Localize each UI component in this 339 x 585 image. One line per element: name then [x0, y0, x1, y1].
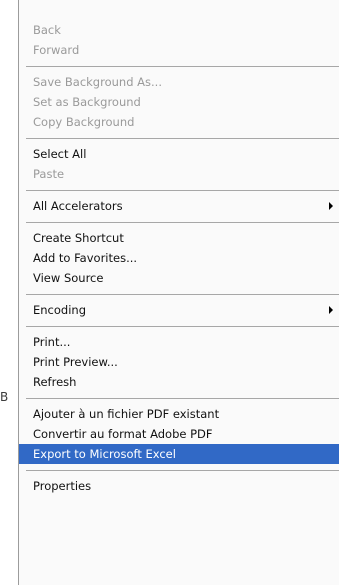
menu-item-properties[interactable]: Properties	[19, 476, 339, 496]
menu-item-label: Encoding	[33, 303, 86, 317]
menu-separator	[26, 190, 339, 191]
menu-item-view-source[interactable]: View Source	[19, 268, 339, 288]
menu-item-print[interactable]: Print...	[19, 332, 339, 352]
menu-item-all-accelerators[interactable]: All Accelerators	[19, 196, 339, 216]
background-page-text: B	[0, 390, 9, 404]
menu-item-copy-background: Copy Background	[33, 115, 135, 129]
menu-item-refresh[interactable]: Refresh	[19, 372, 339, 392]
menu-separator	[26, 470, 339, 471]
menu-separator	[26, 326, 339, 327]
menu-item-select-all[interactable]: Select All	[19, 144, 339, 164]
menu-item-paste: Paste	[33, 167, 65, 181]
menu-separator	[26, 398, 339, 399]
menu-item-label: All Accelerators	[33, 199, 123, 213]
menu-separator	[26, 66, 339, 67]
submenu-arrow-icon	[329, 202, 333, 210]
menu-separator	[26, 222, 339, 223]
menu-item-save-background-as: Save Background As...	[33, 75, 162, 89]
menu-item-encoding[interactable]: Encoding	[19, 300, 339, 320]
menu-separator	[26, 294, 339, 295]
menu-item-add-to-favorites[interactable]: Add to Favorites...	[19, 248, 339, 268]
menu-item-forward: Forward	[33, 43, 80, 57]
context-menu: Back Forward Save Background As... Set a…	[18, 0, 339, 585]
submenu-arrow-icon	[329, 306, 333, 314]
menu-item-create-shortcut[interactable]: Create Shortcut	[19, 228, 339, 248]
menu-item-export-to-excel[interactable]: Export to Microsoft Excel	[19, 444, 339, 464]
menu-item-back: Back	[33, 23, 61, 37]
menu-separator	[26, 138, 339, 139]
menu-item-set-as-background: Set as Background	[33, 95, 141, 109]
menu-item-convert-to-adobe-pdf[interactable]: Convertir au format Adobe PDF	[19, 424, 339, 444]
menu-item-print-preview[interactable]: Print Preview...	[19, 352, 339, 372]
menu-item-add-to-existing-pdf[interactable]: Ajouter à un fichier PDF existant	[19, 404, 339, 424]
